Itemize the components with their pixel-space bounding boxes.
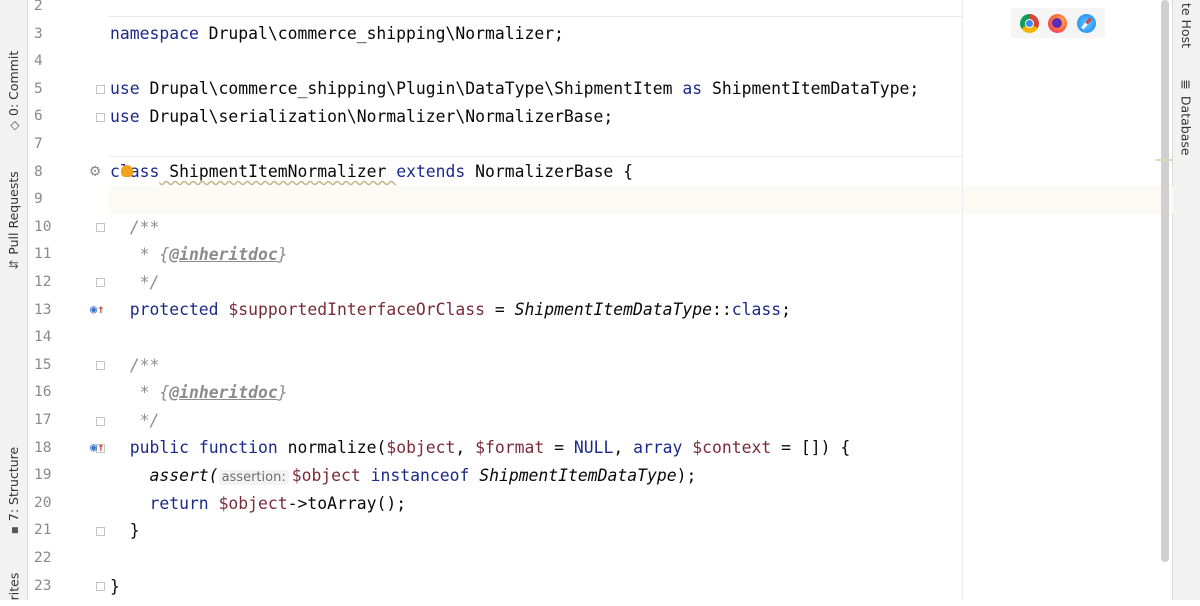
line-number: 23 bbox=[34, 577, 52, 594]
database-tab-label: Database bbox=[1179, 95, 1195, 156]
database-icon: ≣ bbox=[1179, 79, 1195, 90]
code-line-16: * {@inheritdoc} bbox=[110, 383, 288, 402]
code-line-23: } bbox=[110, 577, 120, 596]
code-line-12: */ bbox=[110, 272, 160, 292]
line-number: 3 bbox=[34, 25, 43, 42]
fold-marker[interactable] bbox=[96, 527, 105, 536]
line-number: 21 bbox=[34, 522, 52, 539]
scrollbar-warning-mark[interactable] bbox=[1156, 159, 1172, 161]
override-marker-icon[interactable]: ◉↑ bbox=[90, 434, 104, 462]
fold-marker[interactable] bbox=[96, 582, 105, 591]
method-separator bbox=[108, 16, 963, 17]
line-number: 2 bbox=[34, 0, 43, 14]
line-number: 8 bbox=[34, 163, 43, 180]
line-number: 13 bbox=[34, 301, 52, 318]
safari-icon[interactable] bbox=[1077, 13, 1097, 33]
method-separator bbox=[108, 156, 963, 157]
fold-marker[interactable] bbox=[96, 85, 105, 94]
commit-tool-tab[interactable]: ◇ 0: Commit bbox=[0, 40, 27, 140]
line-number: 4 bbox=[34, 53, 43, 70]
code-line-20: return $object->toArray(); bbox=[110, 494, 407, 513]
line-number: 18 bbox=[34, 439, 52, 456]
line-number: 22 bbox=[34, 550, 52, 566]
code-line-17: */ bbox=[110, 410, 160, 430]
remote-host-tab-label: te Host bbox=[1179, 2, 1194, 48]
pull-request-icon: ⇵ bbox=[6, 259, 21, 270]
favorites-tab-label: rites bbox=[6, 572, 21, 600]
fold-marker[interactable] bbox=[96, 361, 105, 370]
line-number: 20 bbox=[34, 494, 52, 511]
right-margin-guide bbox=[962, 0, 963, 600]
chrome-icon[interactable] bbox=[1019, 13, 1039, 33]
left-tool-strip: ◇ 0: Commit ⇵ Pull Requests ▪ 7: Structure … bbox=[0, 0, 28, 600]
code-line-6: use Drupal\serialization\Normalizer\Norm… bbox=[110, 107, 614, 126]
code-line-15: /** bbox=[110, 355, 160, 375]
code-line-10: /** bbox=[110, 217, 160, 237]
firefox-icon[interactable] bbox=[1048, 13, 1068, 33]
code-line-3: namespace Drupal\commerce_shipping\Norma… bbox=[110, 24, 564, 43]
intention-bulb-icon[interactable] bbox=[121, 165, 133, 177]
code-line-19: assert(assertion: $object instanceof Ship… bbox=[110, 466, 697, 485]
line-number: 14 bbox=[34, 329, 52, 346]
editor-gutter: 2 3 4 5 6 7 8 9 10 11 12 13 14 15 16 17 … bbox=[28, 0, 108, 600]
right-tool-strip: te Host ≣ Database bbox=[1172, 0, 1200, 600]
commit-icon: ◇ bbox=[6, 120, 21, 130]
commit-tab-label: 0: Commit bbox=[6, 50, 22, 116]
structure-tab-label: 7: Structure bbox=[6, 446, 21, 521]
line-number: 7 bbox=[34, 136, 43, 152]
pull-requests-tool-tab[interactable]: ⇵ Pull Requests bbox=[0, 160, 27, 280]
parameter-hint: assertion: bbox=[218, 470, 289, 485]
structure-tool-tab[interactable]: ▪ 7: Structure bbox=[0, 435, 27, 545]
fold-marker[interactable] bbox=[96, 278, 105, 287]
browser-preview-bar bbox=[1011, 8, 1105, 38]
line-number: 15 bbox=[34, 356, 52, 373]
fold-marker[interactable] bbox=[96, 417, 105, 426]
fold-marker[interactable] bbox=[96, 113, 105, 122]
line-number: 19 bbox=[34, 467, 52, 484]
line-number: 6 bbox=[34, 108, 43, 125]
line-number: 17 bbox=[34, 412, 52, 428]
line-number: 5 bbox=[34, 80, 43, 97]
override-marker-icon[interactable]: ◉↑ bbox=[90, 296, 104, 324]
gear-icon[interactable]: ⚙ bbox=[90, 158, 100, 186]
line-number: 12 bbox=[34, 274, 52, 290]
code-line-11: * {@inheritdoc} bbox=[110, 245, 288, 264]
code-editor[interactable]: namespace Drupal\commerce_shipping\Norma… bbox=[108, 0, 963, 600]
line-number: 10 bbox=[34, 218, 52, 235]
favorites-tool-tab[interactable]: rites bbox=[0, 566, 27, 606]
code-line-13: protected $supportedInterfaceOrClass = S… bbox=[110, 300, 791, 319]
remote-host-tool-tab[interactable]: te Host bbox=[1173, 0, 1200, 55]
database-tool-tab[interactable]: ≣ Database bbox=[1173, 75, 1200, 160]
line-number: 11 bbox=[34, 246, 52, 263]
line-number: 16 bbox=[34, 384, 52, 401]
structure-icon: ▪ bbox=[6, 525, 21, 534]
pull-requests-tab-label: Pull Requests bbox=[6, 170, 22, 255]
fold-marker[interactable] bbox=[96, 223, 105, 232]
code-line-18: public function normalize($object, $form… bbox=[110, 438, 851, 457]
code-line-5: use Drupal\commerce_shipping\Plugin\Data… bbox=[110, 79, 920, 98]
scrollbar-thumb[interactable] bbox=[1161, 0, 1169, 562]
code-line-8: class ShipmentItemNormalizer extends Nor… bbox=[110, 162, 634, 181]
code-line-21: } bbox=[110, 521, 140, 540]
line-number: 9 bbox=[34, 191, 43, 208]
